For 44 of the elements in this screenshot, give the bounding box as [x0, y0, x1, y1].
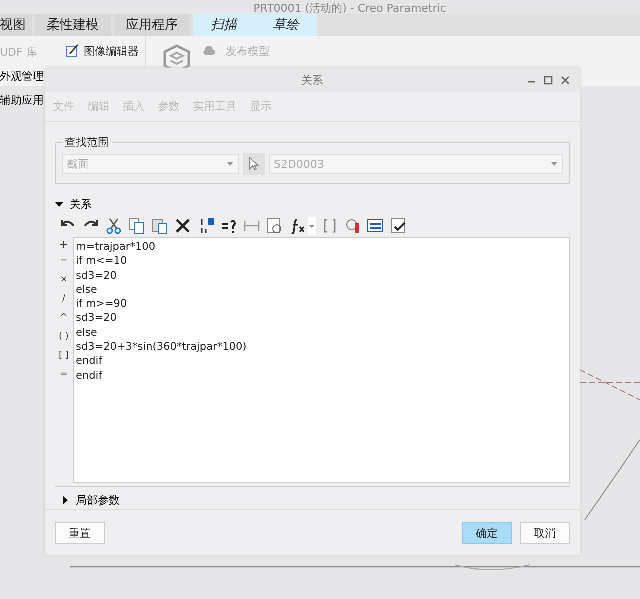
- expand-arrow-icon: [61, 496, 70, 505]
- local-params-toggle[interactable]: 局部参数: [61, 493, 120, 508]
- ribbon-tab[interactable]: 扫描: [193, 14, 255, 36]
- app-title: PRT0001 (活动的) - Creo Parametric: [254, 3, 446, 14]
- relations-section-toggle[interactable]: 关系: [55, 197, 92, 212]
- image-icon[interactable]: [266, 217, 284, 235]
- group-label: 查找范围: [64, 135, 110, 150]
- collapse-arrow-icon: [55, 200, 64, 209]
- operator-button[interactable]: ×: [56, 270, 72, 289]
- ribbon-tab[interactable]: 视图: [0, 14, 32, 36]
- delete-icon[interactable]: [174, 217, 192, 235]
- operator-button[interactable]: ^: [56, 308, 72, 327]
- caret-icon: [551, 162, 558, 166]
- operator-button[interactable]: −: [56, 251, 72, 270]
- maximize-icon[interactable]: [544, 76, 553, 85]
- cloud-icon: [202, 46, 216, 56]
- operator-button[interactable]: /: [56, 289, 72, 308]
- select-button[interactable]: [243, 153, 265, 175]
- dialog-button[interactable]: 确定: [462, 522, 512, 544]
- dialog-button[interactable]: 重置: [55, 522, 105, 544]
- dialog-title: 关系: [302, 72, 324, 88]
- list-icon[interactable]: [367, 217, 385, 235]
- ribbon-label[interactable]: 外观管理: [0, 69, 44, 84]
- close-icon[interactable]: [561, 76, 570, 85]
- relations-editor[interactable]: m=trajpar*100 if m<=10 sd3=20 else if m>=90 sd3=20 else sd3=20+3*sin(360*trajpar*100) endif endif: [73, 237, 570, 483]
- paste-icon[interactable]: [151, 217, 169, 235]
- copy-icon[interactable]: [128, 217, 146, 235]
- centerline: [580, 370, 640, 400]
- function-icon[interactable]: [289, 217, 307, 235]
- ribbon-tab[interactable]: 应用程序: [114, 14, 190, 36]
- operator-button[interactable]: =: [56, 365, 72, 384]
- image-editor-icon: [66, 44, 80, 58]
- cut-icon[interactable]: [105, 217, 123, 235]
- ribbon-tab[interactable]: 柔性建模: [35, 14, 111, 36]
- cursor-icon: [249, 157, 259, 171]
- caret-icon: [227, 162, 234, 166]
- ribbon-label[interactable]: 辅助应用: [0, 93, 44, 108]
- check-icon[interactable]: [390, 217, 408, 235]
- operator-button[interactable]: [ ]: [56, 346, 72, 365]
- ribbon-command[interactable]: 图像编辑器: [84, 44, 139, 59]
- operator-button[interactable]: +: [56, 237, 72, 251]
- ribbon-tab[interactable]: 草绘: [255, 14, 317, 36]
- dialog-button[interactable]: 取消: [520, 522, 570, 544]
- operator-button[interactable]: ( ): [56, 327, 72, 346]
